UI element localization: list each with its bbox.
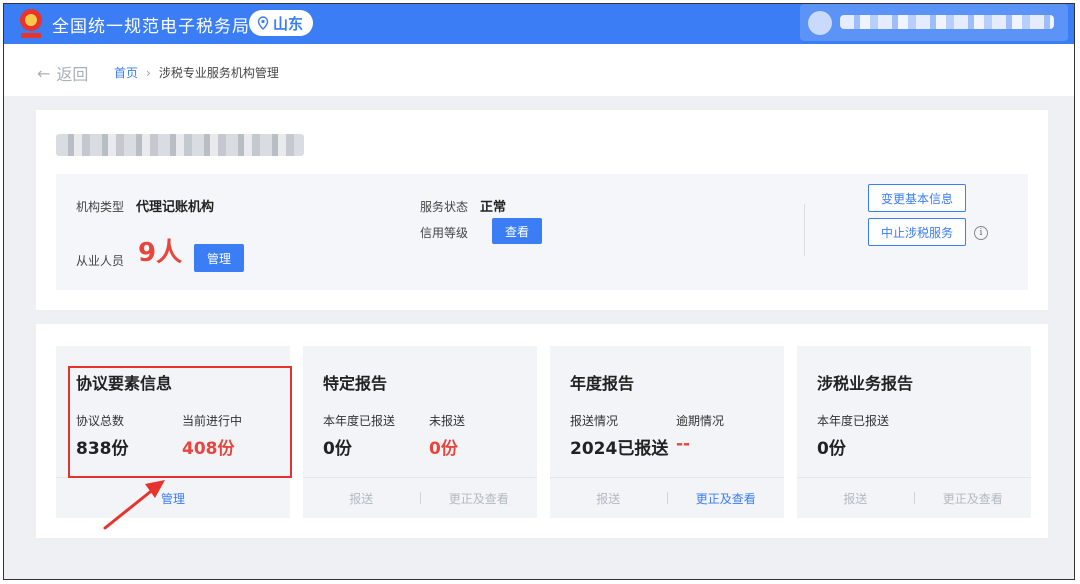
- special-sent-value: 0份: [323, 439, 352, 459]
- credit-level-label: 信用等级: [420, 226, 469, 240]
- location-pin-icon: [257, 16, 269, 30]
- annual-report-card: 年度报告 报送情况 2024已报送 逾期情况 -- 报送 更正及查看: [550, 346, 784, 518]
- annual-status-label: 报送情况: [570, 414, 619, 428]
- credit-view-button[interactable]: 查看: [492, 218, 542, 244]
- special-card-footer: 报送 更正及查看: [303, 477, 537, 518]
- org-type-label: 机构类型: [76, 200, 125, 214]
- nav-bar: ← 返回 首页 › 涉税专业服务机构管理: [4, 44, 1074, 96]
- annual-correct-link[interactable]: 更正及查看: [668, 490, 785, 507]
- breadcrumb-home[interactable]: 首页: [114, 64, 138, 81]
- tax-business-sent-label: 本年度已报送: [817, 414, 890, 428]
- special-sent-label: 本年度已报送: [323, 414, 396, 428]
- special-unsent-label: 未报送: [429, 414, 466, 428]
- service-status-value: 正常: [480, 200, 507, 215]
- org-type-value: 代理记账机构: [136, 200, 215, 215]
- service-status-label: 服务状态: [420, 200, 469, 214]
- org-info-panel: 机构类型 代理记账机构 从业人员 9人 管理 服务状态 正常 信用等级 查看 变…: [36, 110, 1048, 310]
- user-menu[interactable]: [800, 4, 1068, 41]
- tax-business-correct-link[interactable]: 更正及查看: [915, 490, 1032, 507]
- top-header: 全国统一规范电子税务局 山东: [4, 4, 1074, 44]
- breadcrumb: 首页 › 涉税专业服务机构管理: [114, 64, 279, 81]
- region-selector[interactable]: 山东: [249, 10, 314, 36]
- annual-overdue-value: --: [676, 434, 691, 454]
- arrow-left-icon: ←: [37, 63, 51, 83]
- breadcrumb-separator-icon: ›: [146, 65, 151, 80]
- annual-status-value: 2024已报送: [570, 439, 669, 459]
- annual-overdue-label: 逾期情况: [676, 414, 725, 428]
- tax-business-sent-value: 0份: [817, 439, 846, 459]
- back-button[interactable]: ← 返回: [37, 61, 88, 85]
- tax-business-card-footer: 报送 更正及查看: [797, 477, 1031, 518]
- emblem-logo-icon: [20, 9, 42, 38]
- staff-label: 从业人员: [76, 254, 125, 268]
- user-name-redacted: [840, 15, 1054, 29]
- back-label: 返回: [56, 65, 89, 84]
- stop-service-button[interactable]: 中止涉税服务: [868, 218, 966, 246]
- breadcrumb-current: 涉税专业服务机构管理: [158, 66, 279, 80]
- annual-card-footer: 报送 更正及查看: [550, 477, 784, 518]
- special-submit-link[interactable]: 报送: [303, 490, 420, 507]
- tax-business-title: 涉税业务报告: [817, 374, 914, 393]
- highlight-box-annotation: [68, 366, 292, 478]
- tax-business-report-card: 涉税业务报告 本年度已报送 0份 报送 更正及查看: [797, 346, 1031, 518]
- region-label: 山东: [273, 14, 304, 33]
- browser-frame: 全国统一规范电子税务局 山东 ← 返回 首页 › 涉税专业服务机构管理 机构类型: [3, 3, 1075, 580]
- special-correct-link[interactable]: 更正及查看: [421, 490, 538, 507]
- user-avatar-icon: [808, 11, 832, 35]
- staff-count: 9人: [138, 238, 183, 268]
- site-title[interactable]: 全国统一规范电子税务局: [52, 12, 250, 37]
- special-unsent-value: 0份: [429, 439, 458, 459]
- special-report-title: 特定报告: [323, 374, 388, 393]
- staff-manage-button[interactable]: 管理: [194, 244, 244, 272]
- annual-submit-link[interactable]: 报送: [550, 490, 667, 507]
- annual-report-title: 年度报告: [570, 374, 635, 393]
- org-info-box: 机构类型 代理记账机构 从业人员 9人 管理 服务状态 正常 信用等级 查看 变…: [56, 174, 1028, 290]
- change-info-button[interactable]: 变更基本信息: [868, 184, 966, 212]
- info-icon[interactable]: i: [974, 226, 988, 240]
- org-name-redacted: [56, 134, 304, 156]
- annotation-arrow-icon: [103, 480, 165, 530]
- vertical-divider: [804, 204, 805, 256]
- special-report-card: 特定报告 本年度已报送 0份 未报送 0份 报送 更正及查看: [303, 346, 537, 518]
- tax-business-submit-link[interactable]: 报送: [797, 490, 914, 507]
